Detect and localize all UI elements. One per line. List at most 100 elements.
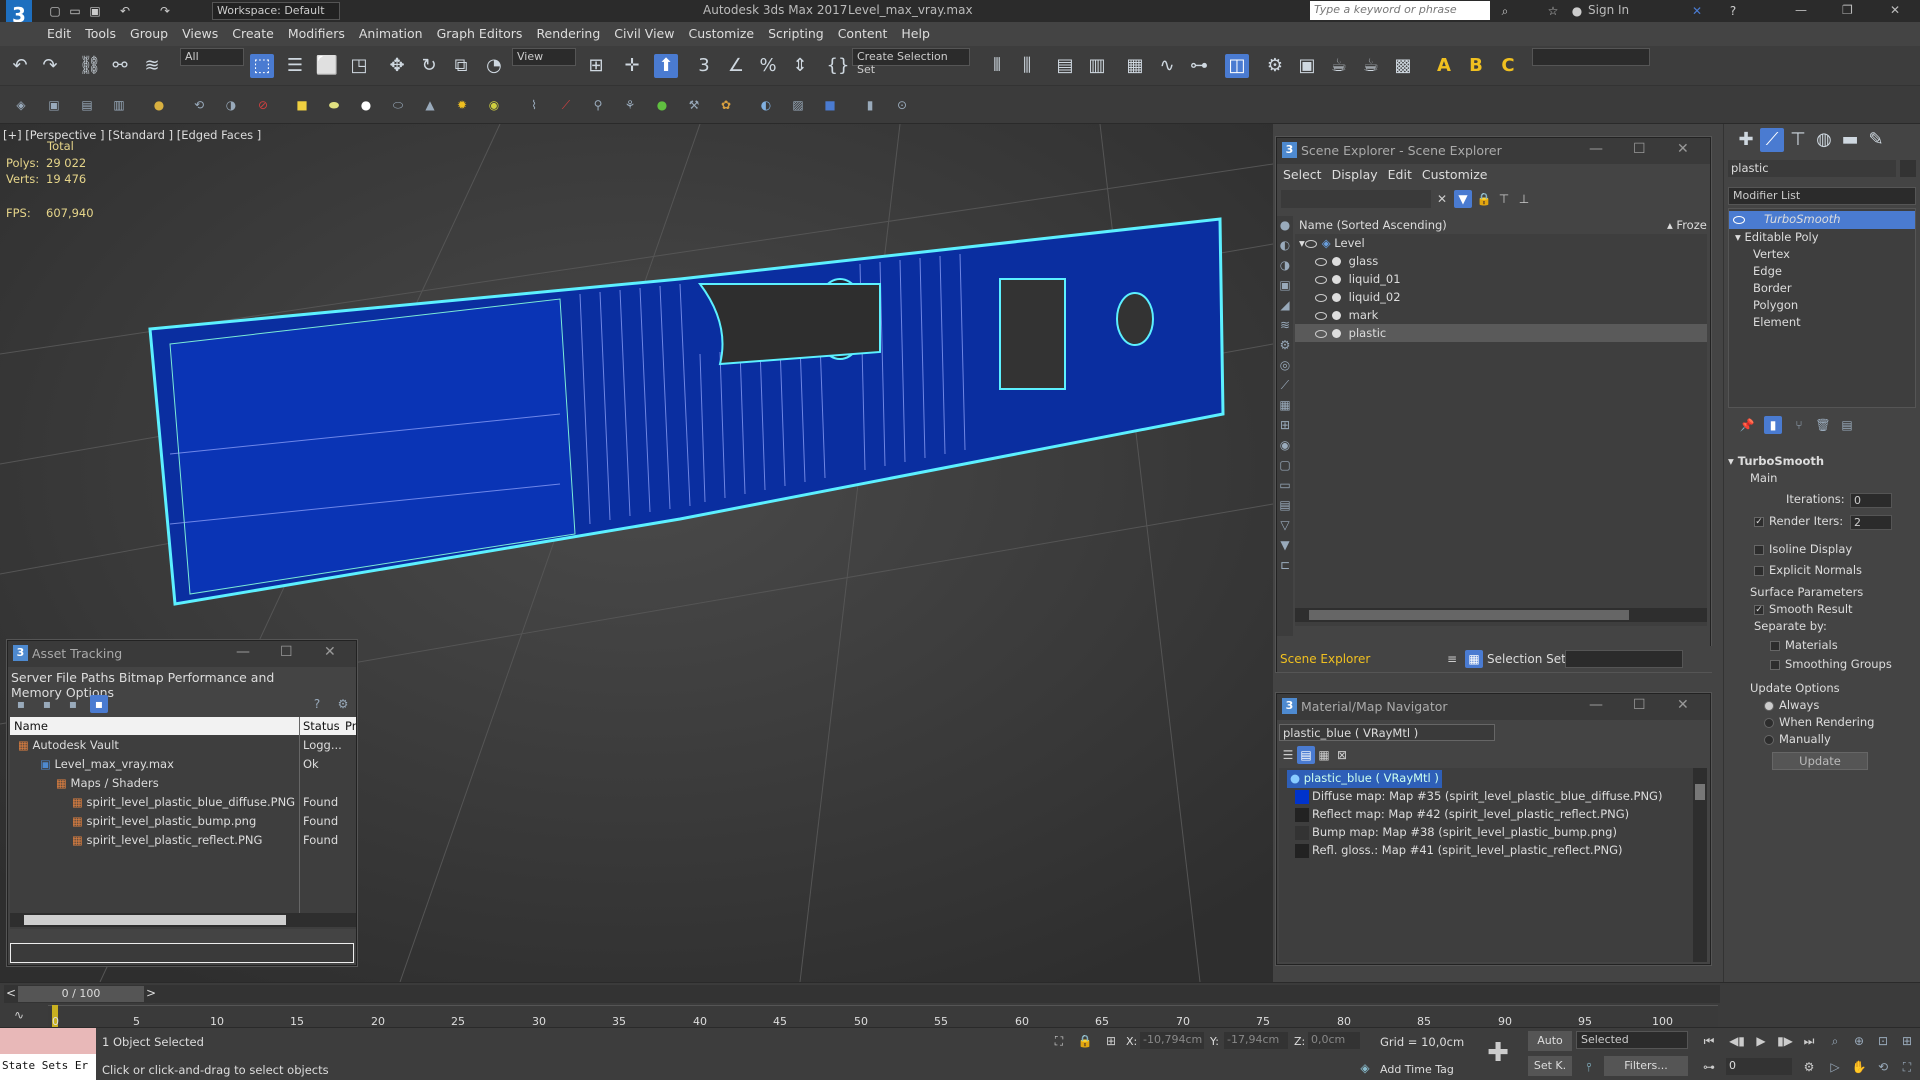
eye-icon[interactable] bbox=[1315, 311, 1327, 320]
curve-editor-icon[interactable]: ∿ bbox=[1155, 54, 1179, 78]
bind-space-warp-icon[interactable]: ≋ bbox=[140, 54, 164, 78]
map-item[interactable]: Bump map: Map #38 (spirit_level_plastic_… bbox=[1295, 824, 1617, 842]
menu-tools[interactable]: Tools bbox=[78, 22, 123, 41]
display-filter-icon[interactable]: ▤ bbox=[1276, 496, 1294, 514]
scale-icon[interactable]: ⧉ bbox=[449, 54, 473, 78]
display-filter-icon[interactable]: ⊏ bbox=[1276, 556, 1294, 574]
map-item[interactable]: Refl. gloss.: Map #41 (spirit_level_plas… bbox=[1295, 842, 1623, 860]
material-editor-icon[interactable]: ◫ bbox=[1225, 54, 1249, 78]
always-radio[interactable]: Always bbox=[1764, 698, 1819, 716]
menu-modifiers[interactable]: Modifiers bbox=[281, 22, 352, 41]
menu-content[interactable]: Content bbox=[831, 22, 895, 41]
horizontal-scrollbar[interactable] bbox=[1295, 608, 1707, 622]
scene-explorer-window[interactable]: 3 Scene Explorer - Scene Explorer — ☐ ✕ … bbox=[1276, 137, 1712, 672]
next-frame-icon[interactable]: ▮▶ bbox=[1776, 1032, 1794, 1050]
maximize-button[interactable]: ☐ bbox=[1633, 141, 1646, 157]
col-status[interactable]: Status bbox=[303, 719, 340, 733]
tool-icon[interactable]: ● bbox=[150, 96, 168, 114]
material-root[interactable]: ● plastic_blue ( VRayMtl ) bbox=[1287, 770, 1442, 788]
maximize-button[interactable]: ☐ bbox=[1633, 697, 1646, 713]
tree-item-level[interactable]: ▾ ◈ Level bbox=[1295, 234, 1707, 252]
rectangular-selection-icon[interactable]: ⬜ bbox=[315, 54, 339, 78]
vray-text-b-icon[interactable]: B bbox=[1464, 54, 1488, 78]
col-extra[interactable]: Pr bbox=[345, 719, 356, 733]
tool-icon[interactable]: ▥ bbox=[110, 96, 128, 114]
scene-explorer-titlebar[interactable]: 3 Scene Explorer - Scene Explorer — ☐ ✕ bbox=[1277, 138, 1710, 164]
edit-named-selection-icon[interactable]: {} bbox=[826, 54, 850, 78]
tool-icon[interactable]: ◉ bbox=[485, 96, 503, 114]
minimize-button[interactable]: — bbox=[1589, 141, 1603, 157]
scene-tree-header[interactable]: Name (Sorted Ascending) ▴ Froze bbox=[1295, 216, 1707, 234]
selection-set-icon[interactable]: ▦ bbox=[1465, 650, 1483, 668]
new-file-icon[interactable]: ▢ bbox=[46, 2, 64, 20]
utilities-tab-icon[interactable]: ✎ bbox=[1864, 128, 1888, 152]
minimize-button[interactable]: — bbox=[236, 644, 250, 660]
checkin-icon[interactable]: ▪ bbox=[64, 695, 82, 713]
menu-scripting[interactable]: Scripting bbox=[761, 22, 831, 41]
menu-edit[interactable]: Edit bbox=[40, 22, 78, 41]
asset-row[interactable]: ▦ spirit_level_plastic_reflect.PNG Found bbox=[10, 831, 356, 849]
smoothing-groups-checkbox[interactable]: Smoothing Groups bbox=[1770, 657, 1892, 675]
menu-file[interactable]: File bbox=[56, 670, 77, 685]
vray-text-c-icon[interactable]: C bbox=[1496, 54, 1520, 78]
link-icon[interactable]: ⛓ bbox=[78, 54, 102, 78]
column-name[interactable]: Name (Sorted Ascending) bbox=[1299, 218, 1447, 232]
make-unique-icon[interactable]: ⑂ bbox=[1790, 416, 1808, 434]
subobject-border[interactable]: Border bbox=[1753, 281, 1792, 299]
display-filter-icon[interactable]: ● bbox=[1276, 216, 1294, 234]
snap-toggle-icon[interactable]: 3 bbox=[692, 54, 716, 78]
time-slider-next[interactable]: > bbox=[146, 986, 156, 1000]
absolute-mode-icon[interactable]: ⊞ bbox=[1102, 1032, 1120, 1050]
filter-funnel-icon[interactable]: ▼ bbox=[1276, 536, 1294, 554]
time-slider-prev[interactable]: < bbox=[6, 986, 16, 1000]
display-filter-icon[interactable]: ◉ bbox=[1276, 436, 1294, 454]
tool-icon[interactable]: ◈ bbox=[12, 96, 30, 114]
display-filter-icon[interactable]: ◢ bbox=[1276, 296, 1294, 314]
expand-toggle-icon[interactable]: ▾ bbox=[1735, 230, 1741, 244]
maxscript-input[interactable]: State Sets Er bbox=[0, 1054, 96, 1080]
render-in-cloud-icon[interactable]: ▩ bbox=[1391, 54, 1415, 78]
close-button[interactable]: ✕ bbox=[1677, 697, 1689, 713]
menu-graph-editors[interactable]: Graph Editors bbox=[430, 22, 530, 41]
workspace-dropdown[interactable]: Workspace: Default bbox=[212, 2, 340, 20]
move-icon[interactable]: ✥ bbox=[385, 54, 409, 78]
tree-item-mark[interactable]: mark bbox=[1295, 306, 1707, 324]
display-filter-icon[interactable]: ▢ bbox=[1276, 456, 1294, 474]
maximize-viewport-icon[interactable]: ⛶ bbox=[1898, 1058, 1916, 1076]
unlink-icon[interactable]: ⚯ bbox=[108, 54, 132, 78]
menu-paths[interactable]: Paths bbox=[81, 670, 115, 685]
stack-item-editable-poly[interactable]: ▾ Editable Poly bbox=[1729, 229, 1819, 247]
eye-icon[interactable] bbox=[1315, 329, 1327, 338]
close-button[interactable]: ✕ bbox=[1890, 3, 1900, 17]
menu-civil-view[interactable]: Civil View bbox=[607, 22, 681, 41]
spinner-snap-icon[interactable]: ⇕ bbox=[788, 54, 812, 78]
tool-icon[interactable]: ▨ bbox=[789, 96, 807, 114]
scene-explorer-tab[interactable]: Scene Explorer bbox=[1280, 652, 1370, 666]
minimize-button[interactable]: — bbox=[1795, 3, 1807, 17]
redo-icon[interactable]: ↷ bbox=[156, 2, 174, 20]
undo-icon[interactable]: ↶ bbox=[8, 54, 32, 78]
expand-toggle-icon[interactable]: ▾ bbox=[1299, 236, 1305, 250]
display-filter-icon[interactable]: ▦ bbox=[1276, 396, 1294, 414]
selection-filter-dropdown[interactable]: All bbox=[180, 48, 244, 66]
y-coord-field[interactable]: -17,94cm bbox=[1224, 1032, 1288, 1049]
display-tab-icon[interactable]: ▬ bbox=[1838, 128, 1862, 152]
current-frame-field[interactable]: 0 bbox=[1726, 1058, 1792, 1075]
menu-customize[interactable]: Customize bbox=[681, 22, 761, 41]
asset-row[interactable]: ▦ spirit_level_plastic_bump.png Found bbox=[10, 812, 356, 830]
filter-funnel-icon[interactable]: ▽ bbox=[1276, 516, 1294, 534]
filters-button[interactable]: Filters... bbox=[1604, 1056, 1688, 1076]
mirror-icon[interactable]: ⫴ bbox=[985, 54, 1009, 78]
tool-icon[interactable]: ◐ bbox=[757, 96, 775, 114]
tool-icon[interactable]: ✿ bbox=[717, 96, 735, 114]
tool-icon[interactable]: ▲ bbox=[421, 96, 439, 114]
binoculars-icon[interactable]: ⌕ bbox=[1496, 2, 1514, 20]
motion-tab-icon[interactable]: ◍ bbox=[1812, 128, 1836, 152]
horizontal-scrollbar[interactable] bbox=[10, 913, 356, 927]
prev-frame-icon[interactable]: ◀▮ bbox=[1728, 1032, 1746, 1050]
menu-group[interactable]: Group bbox=[123, 22, 175, 41]
bulb-icon[interactable] bbox=[1733, 215, 1745, 224]
asset-tracking-window[interactable]: 3 Asset Tracking — ☐ ✕ Server File Paths Bi… bbox=[7, 640, 357, 966]
isoline-display-checkbox[interactable]: Isoline Display bbox=[1754, 542, 1852, 560]
tool-icon[interactable]: ● bbox=[653, 96, 671, 114]
